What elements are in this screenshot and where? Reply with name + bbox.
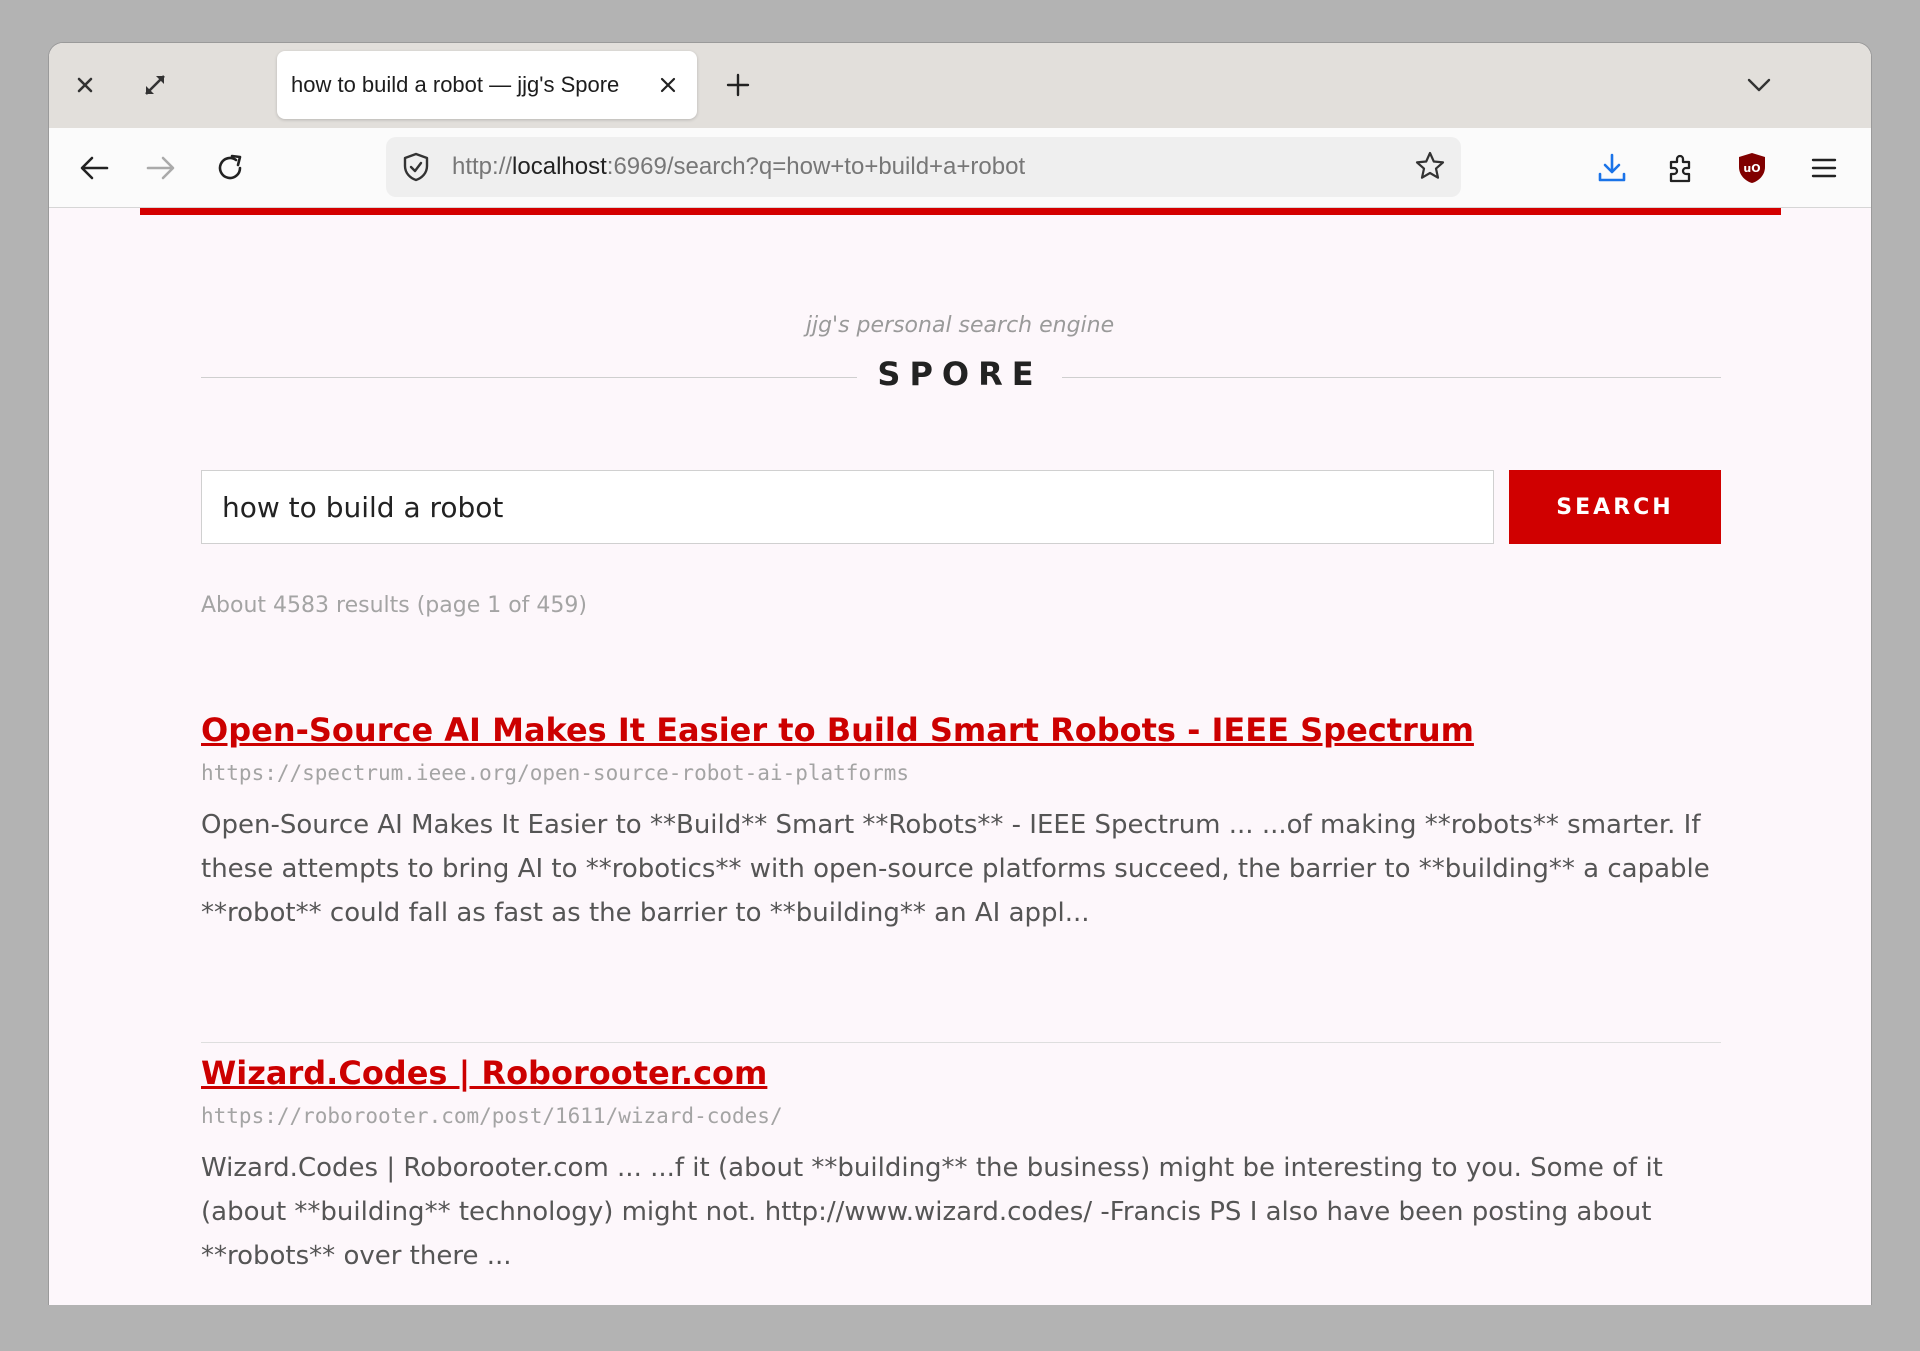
url-host: localhost — [512, 153, 607, 180]
result-divider — [201, 1042, 1721, 1043]
search-input[interactable] — [201, 470, 1494, 544]
browser-window: how to build a robot — jjg's Spore http:… — [49, 43, 1871, 1305]
desktop-background — [0, 1305, 1920, 1351]
ublock-shield-icon[interactable]: uO — [1734, 150, 1770, 186]
extensions-puzzle-icon[interactable] — [1663, 150, 1699, 186]
site-tagline: jjg's personal search engine — [805, 313, 1115, 338]
nav-bar: http://localhost:6969/search?q=how+to+bu… — [49, 128, 1871, 208]
new-tab-icon[interactable] — [722, 69, 754, 101]
result-item: Open-Source AI Makes It Easier to Build … — [201, 711, 1721, 935]
results-count: About 4583 results (page 1 of 459) — [201, 593, 587, 618]
search-button[interactable]: SEARCH — [1509, 470, 1721, 544]
download-icon[interactable] — [1594, 150, 1630, 186]
tab-active[interactable]: how to build a robot — jjg's Spore — [277, 51, 697, 119]
result-title-link[interactable]: Open-Source AI Makes It Easier to Build … — [201, 711, 1721, 749]
page-content: jjg's personal search engine SPORE SEARC… — [49, 215, 1871, 1305]
result-snippet: Wizard.Codes | Roborooter.com ... ...f i… — [201, 1153, 1663, 1271]
tab-bar: how to build a robot — jjg's Spore — [49, 43, 1871, 128]
reload-icon[interactable] — [212, 150, 248, 186]
back-arrow-icon[interactable] — [76, 150, 112, 186]
site-brand: SPORE — [877, 355, 1043, 393]
shield-icon[interactable] — [401, 151, 431, 187]
chevron-down-icon[interactable] — [1743, 69, 1775, 101]
tab-close-icon[interactable] — [653, 70, 683, 100]
tab-title: how to build a robot — jjg's Spore — [291, 72, 620, 97]
url-text[interactable]: http://localhost:6969/search?q=how+to+bu… — [452, 153, 1025, 181]
forward-arrow-icon[interactable] — [143, 150, 179, 186]
svg-text:uO: uO — [1743, 162, 1760, 175]
hamburger-menu-icon[interactable] — [1806, 150, 1842, 186]
close-window-icon[interactable] — [69, 69, 101, 101]
result-url: https://spectrum.ieee.org/open-source-ro… — [201, 761, 910, 785]
url-rest: :6969/search?q=how+to+build+a+robot — [606, 153, 1026, 180]
url-prefix: http:// — [452, 153, 513, 180]
result-item: Wizard.Codes | Roborooter.com https://ro… — [201, 1054, 1721, 1278]
bookmark-star-icon[interactable] — [1414, 150, 1446, 186]
address-bar[interactable]: http://localhost:6969/search?q=how+to+bu… — [386, 137, 1461, 197]
page-top-accent-bar — [140, 208, 1781, 215]
result-url: https://roborooter.com/post/1611/wizard-… — [201, 1104, 783, 1128]
result-title-link[interactable]: Wizard.Codes | Roborooter.com — [201, 1054, 1721, 1092]
result-snippet: Open-Source AI Makes It Easier to **Buil… — [201, 810, 1710, 928]
maximize-window-icon[interactable] — [139, 69, 171, 101]
